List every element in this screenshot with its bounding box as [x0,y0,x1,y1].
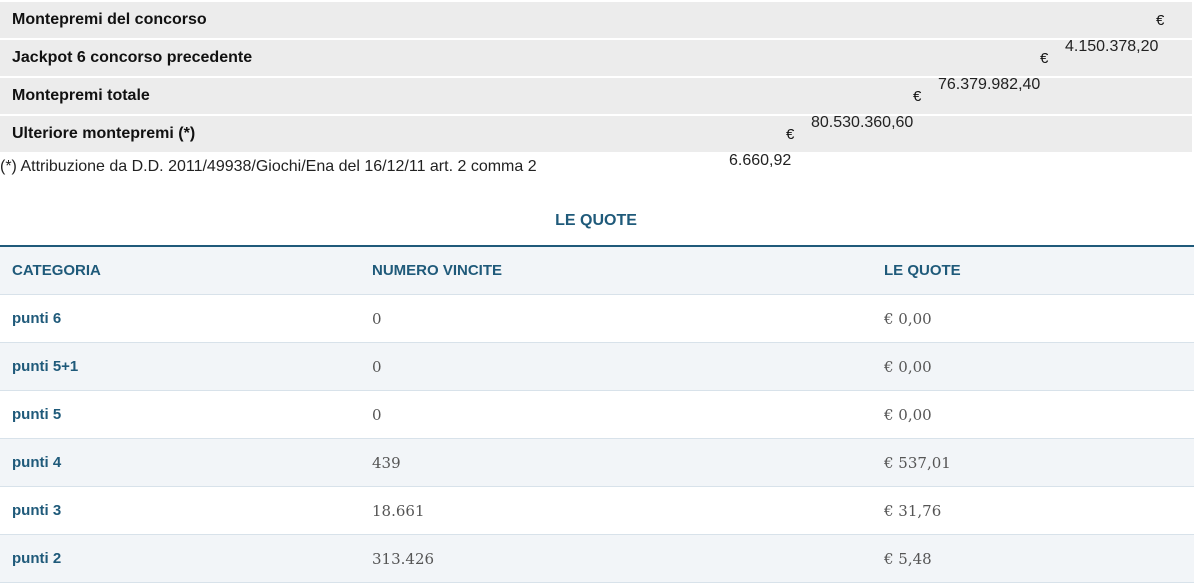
page: Montepremi del concorso € Jackpot 6 conc… [0,0,1200,587]
quota-cell: € 5,48 [872,534,1194,583]
currency-symbol: € [1040,50,1049,67]
currency-symbol: € [786,126,795,143]
header-categoria: CATEGORIA [0,246,360,295]
montepremi-label: Montepremi del concorso [12,11,207,28]
montepremi-row: Ulteriore montepremi (*) € [0,116,1192,152]
quote-table: CATEGORIA NUMERO VINCITE LE QUOTE punti … [0,245,1194,583]
quota-cell: € 0,00 [872,342,1194,391]
currency-symbol: € [1156,12,1165,29]
quota-cell: € 537,01 [872,438,1194,487]
categoria-cell: punti 5+1 [0,342,360,391]
vincite-cell: 0 [360,294,872,343]
table-row: punti 6 0 € 0,00 [0,294,1194,343]
categoria-cell: punti 5 [0,390,360,439]
vincite-cell: 439 [360,438,872,487]
header-numero-vincite: NUMERO VINCITE [360,246,872,295]
vincite-cell: 0 [360,390,872,439]
header-le-quote: LE QUOTE [872,246,1194,295]
montepremi-row: Jackpot 6 concorso precedente € [0,40,1192,76]
currency-symbol: € [913,88,922,105]
montepremi-label: Montepremi totale [12,87,150,104]
quote-section-title: LE QUOTE [555,212,637,229]
categoria-cell: punti 4 [0,438,360,487]
categoria-cell: punti 6 [0,294,360,343]
categoria-cell: punti 3 [0,486,360,535]
quota-cell: € 0,00 [872,390,1194,439]
table-row: punti 5+1 0 € 0,00 [0,342,1194,391]
table-row: punti 4 439 € 537,01 [0,438,1194,487]
jackpot-amount: 4.150.378,20 [1065,38,1159,55]
quota-cell: € 31,76 [872,486,1194,535]
montepremi-row: Montepremi del concorso € [0,2,1192,38]
montepremi-totale-amount: 76.379.982,40 [938,76,1041,93]
categoria-cell: punti 2 [0,534,360,583]
extra-amount: 6.660,92 [729,152,792,169]
vincite-cell: 0 [360,342,872,391]
table-row: punti 5 0 € 0,00 [0,390,1194,439]
table-row: punti 2 313.426 € 5,48 [0,534,1194,583]
vincite-cell: 313.426 [360,534,872,583]
table-row: punti 3 18.661 € 31,76 [0,486,1194,535]
montepremi-label: Ulteriore montepremi (*) [12,125,196,142]
footnote: (*) Attribuzione da D.D. 2011/49938/Gioc… [0,158,537,175]
quota-cell: € 0,00 [872,294,1194,343]
montepremi-label: Jackpot 6 concorso precedente [12,49,253,66]
vincite-cell: 18.661 [360,486,872,535]
ulteriore-montepremi-amount: 80.530.360,60 [811,114,914,131]
table-header-row: CATEGORIA NUMERO VINCITE LE QUOTE [0,246,1194,295]
